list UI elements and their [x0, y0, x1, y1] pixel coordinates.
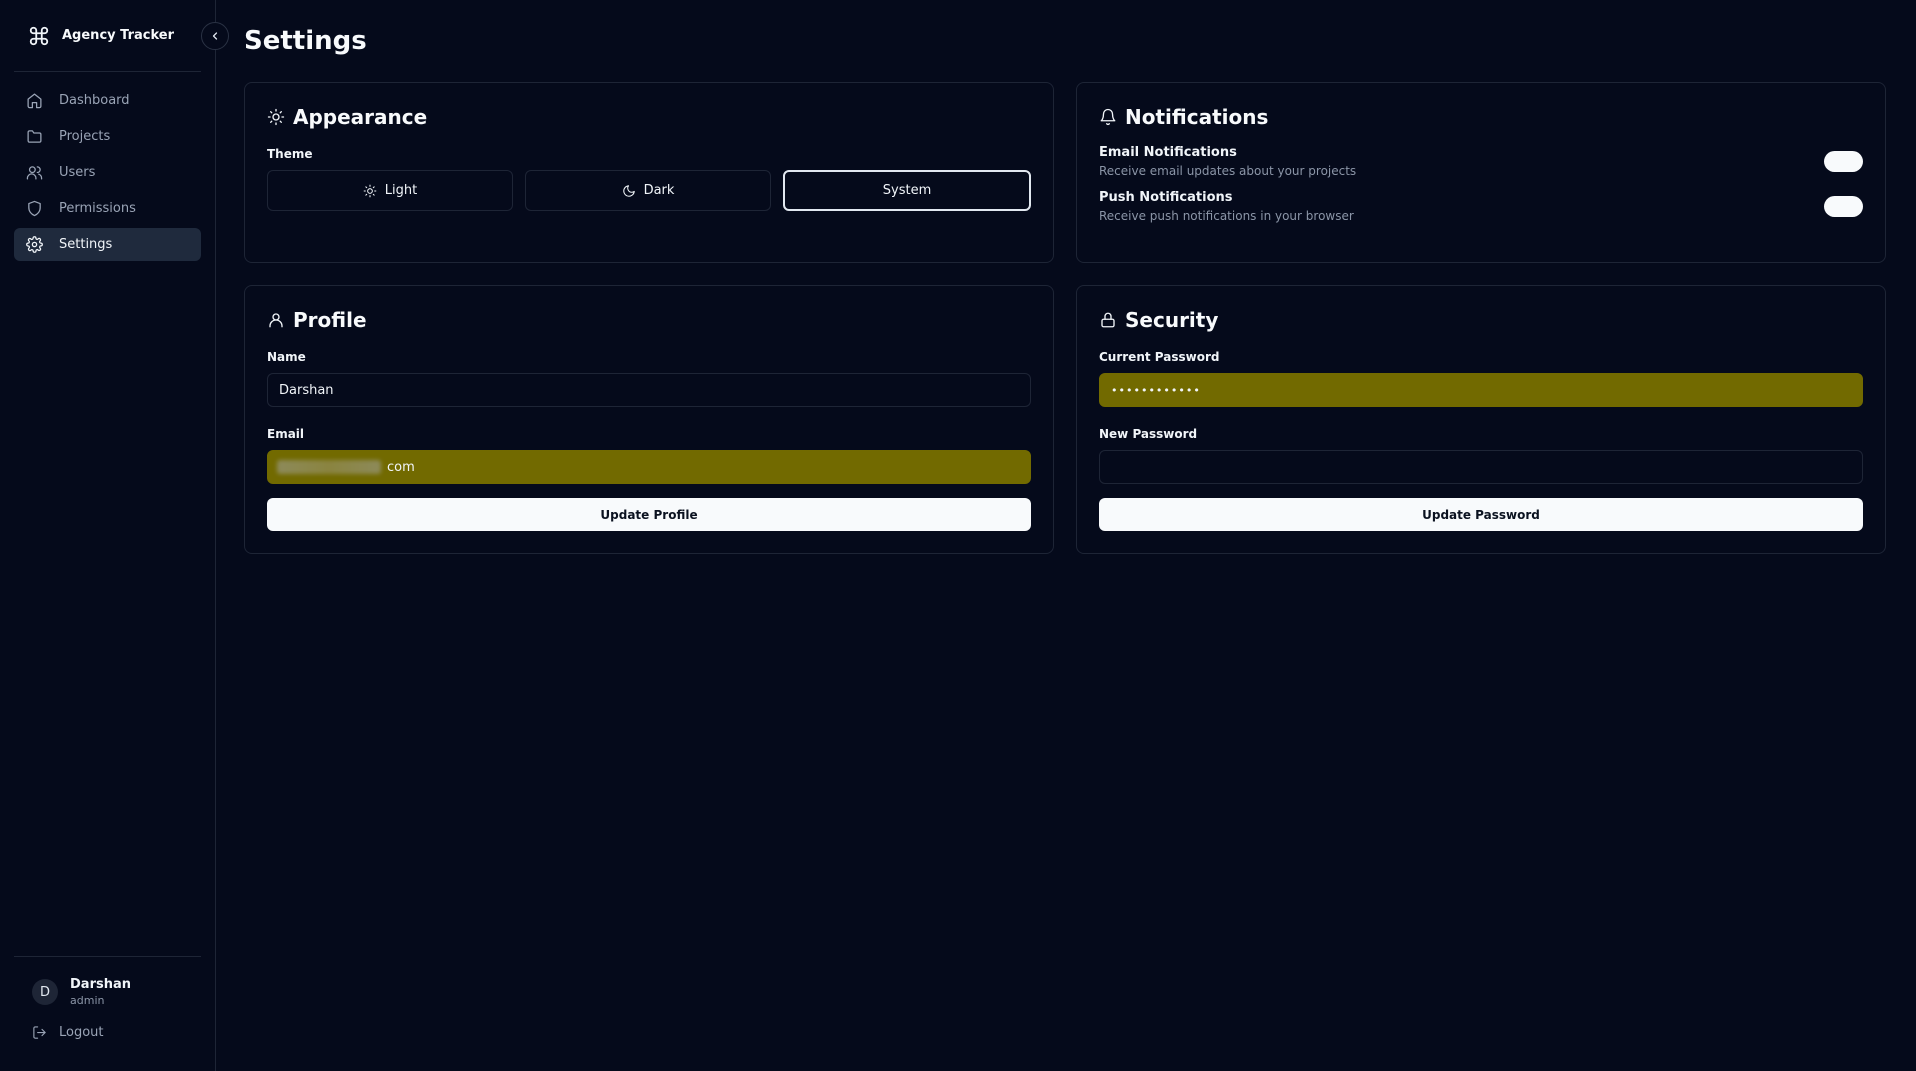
theme-system-label: System [882, 183, 932, 198]
sidebar-item-label: Projects [59, 129, 111, 144]
logout-label: Logout [59, 1025, 104, 1040]
push-notifications-title: Push Notifications [1099, 190, 1233, 205]
chevron-left-icon [212, 32, 218, 40]
push-notifications-toggle[interactable] [1824, 196, 1863, 217]
email-notifications-title: Email Notifications [1099, 145, 1237, 160]
appearance-card-title: Appearance [267, 103, 1031, 131]
current-password-label: Current Password [1099, 350, 1220, 364]
sidebar-item-label: Dashboard [59, 93, 130, 108]
app-name: Agency Tracker [62, 28, 174, 43]
security-title: Security [1125, 308, 1219, 332]
logout-button[interactable]: Logout [14, 1007, 201, 1040]
sidebar-footer: D Darshan admin Logout [14, 956, 201, 1040]
security-card-title: Security [1099, 306, 1863, 334]
sidebar-item-settings[interactable]: Settings [14, 228, 201, 261]
main-content: Settings Appearance Theme Light Dark Sys… [216, 0, 1916, 1071]
email-input-value: com [387, 459, 415, 475]
current-password-input[interactable]: •••••••••••• [1099, 373, 1863, 407]
theme-options: Light Dark System [267, 170, 1031, 211]
theme-dark-label: Dark [643, 183, 675, 198]
gear-icon [26, 236, 43, 253]
name-input-value: Darshan [279, 382, 334, 398]
command-icon [29, 26, 49, 45]
security-card: Security Current Password •••••••••••• N… [1076, 285, 1886, 554]
moon-icon [622, 184, 635, 197]
redacted-email-mask [277, 460, 381, 474]
page-title: Settings [244, 26, 367, 56]
settings-grid: Appearance Theme Light Dark System Notif… [244, 82, 1916, 554]
theme-light-button[interactable]: Light [267, 170, 513, 211]
email-notifications-row: Email Notifications Receive email update… [1099, 145, 1863, 178]
sidebar-item-label: Permissions [59, 201, 136, 216]
sidebar-item-users[interactable]: Users [14, 156, 201, 189]
sidebar-item-label: Users [59, 165, 96, 180]
sidebar-item-dashboard[interactable]: Dashboard [14, 84, 201, 117]
sidebar-item-projects[interactable]: Projects [14, 120, 201, 153]
new-password-input[interactable] [1099, 450, 1863, 484]
new-password-label: New Password [1099, 427, 1198, 441]
profile-title: Profile [293, 308, 367, 332]
sun-icon [267, 108, 285, 126]
notifications-card: Notifications Email Notifications Receiv… [1076, 82, 1886, 263]
name-input[interactable]: Darshan [267, 373, 1031, 407]
push-notifications-row: Push Notifications Receive push notifica… [1099, 190, 1863, 223]
theme-system-button[interactable]: System [783, 170, 1031, 211]
brand: Agency Tracker [14, 0, 201, 72]
theme-label: Theme [267, 147, 313, 161]
email-notifications-description: Receive email updates about your project… [1099, 164, 1357, 178]
update-profile-button[interactable]: Update Profile [267, 498, 1031, 531]
notifications-card-title: Notifications [1099, 103, 1863, 131]
theme-dark-button[interactable]: Dark [525, 170, 771, 211]
name-label: Name [267, 350, 306, 364]
theme-light-label: Light [384, 183, 418, 198]
notifications-title: Notifications [1125, 105, 1269, 129]
sidebar-item-label: Settings [59, 237, 113, 252]
profile-card-title: Profile [267, 306, 1031, 334]
update-password-button[interactable]: Update Password [1099, 498, 1863, 531]
appearance-card: Appearance Theme Light Dark System [244, 82, 1054, 263]
profile-card: Profile Name Darshan Email com Update Pr… [244, 285, 1054, 554]
email-label: Email [267, 427, 305, 441]
user-role: admin [70, 994, 105, 1007]
user-info: Darshan admin [70, 977, 131, 1007]
lock-icon [1101, 312, 1115, 328]
push-notifications-description: Receive push notifications in your brows… [1099, 209, 1354, 223]
users-icon [26, 166, 43, 180]
sidebar: Agency Tracker Dashboard Projects Users … [0, 0, 229, 1071]
sidebar-item-permissions[interactable]: Permissions [14, 192, 201, 225]
collapse-sidebar-button[interactable] [201, 22, 229, 50]
bell-icon [1100, 108, 1116, 126]
home-icon [27, 93, 42, 109]
user-icon [269, 313, 283, 328]
appearance-title: Appearance [293, 105, 428, 129]
user-name: Darshan [70, 977, 131, 992]
shield-icon [28, 200, 41, 217]
logout-icon [33, 1026, 46, 1039]
avatar: D [32, 979, 58, 1005]
folder-icon [27, 130, 42, 143]
sidebar-nav: Dashboard Projects Users Permissions Set… [0, 72, 215, 264]
email-input[interactable]: com [267, 450, 1031, 484]
sun-icon [363, 184, 377, 197]
app-root: Agency Tracker Dashboard Projects Users … [0, 0, 1916, 1071]
user-profile: D Darshan admin [14, 957, 201, 1007]
current-password-value: •••••••••••• [1111, 383, 1201, 397]
email-notifications-toggle[interactable] [1824, 151, 1863, 172]
